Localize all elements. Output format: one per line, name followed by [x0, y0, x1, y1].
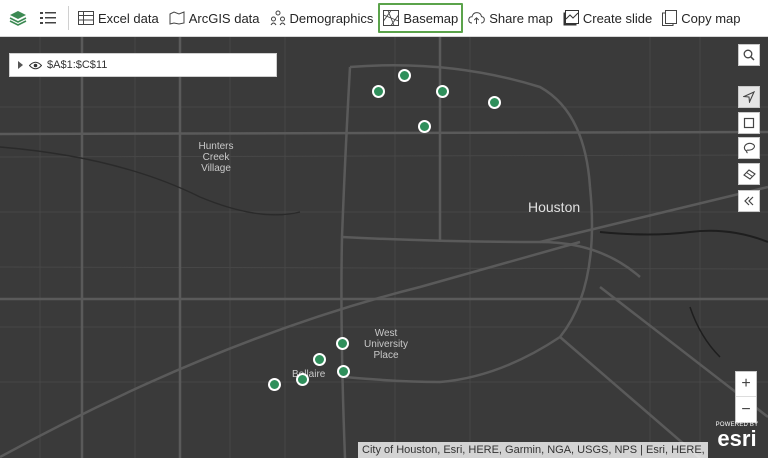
esri-logo[interactable]: POWERED BY esri	[711, 422, 763, 456]
map-point[interactable]	[372, 85, 385, 98]
navigate-icon	[743, 91, 755, 103]
share-map-label: Share map	[489, 10, 553, 26]
label-line: Village	[201, 163, 231, 174]
arcgis-data-button[interactable]: ArcGIS data	[164, 3, 265, 33]
table-icon	[78, 11, 94, 25]
map-fold-icon	[169, 11, 185, 25]
search-icon	[743, 49, 755, 61]
eraser-button[interactable]	[738, 163, 760, 185]
map-point[interactable]	[398, 69, 411, 82]
zoom-out-button[interactable]: −	[736, 397, 756, 422]
basemap-grid-icon	[383, 10, 400, 26]
zoom-control: + −	[735, 371, 757, 423]
map-point[interactable]	[436, 85, 449, 98]
collapse-icon	[744, 196, 754, 206]
layer-name: $A$1:$C$11	[47, 59, 108, 71]
map-view[interactable]: $A$1:$C$11 Hunters Creek Village Houston…	[0, 37, 768, 458]
map-point[interactable]	[313, 353, 326, 366]
toolbar: Excel data ArcGIS data Demographics Base…	[0, 0, 768, 37]
label-line: Place	[373, 350, 399, 361]
copy-map-label: Copy map	[681, 10, 741, 26]
houston-label: Houston	[528, 199, 581, 215]
west-university-label: West University Place	[358, 328, 414, 361]
people-icon	[270, 10, 285, 26]
create-slide-button[interactable]: Create slide	[558, 3, 657, 33]
zoom-in-button[interactable]: +	[736, 372, 756, 397]
map-point[interactable]	[337, 365, 350, 378]
copy-map-button[interactable]: Copy map	[657, 3, 745, 33]
label-line: Hunters	[198, 141, 234, 152]
map-attribution[interactable]: City of Houston, Esri, HERE, Garmin, NGA…	[358, 442, 708, 458]
basemap-streets	[0, 37, 768, 458]
map-point[interactable]	[418, 120, 431, 133]
demographics-label: Demographics	[289, 10, 374, 26]
basemap-label: Basemap	[403, 10, 459, 26]
basemap-button[interactable]: Basemap	[378, 3, 464, 33]
demographics-button[interactable]: Demographics	[265, 3, 379, 33]
hunters-creek-label: Hunters Creek Village	[191, 141, 241, 174]
expand-triangle-icon[interactable]	[18, 61, 23, 69]
create-slide-label: Create slide	[582, 10, 653, 26]
esri-wordmark: esri	[717, 426, 757, 451]
arcgis-data-label: ArcGIS data	[188, 10, 260, 26]
excel-data-button[interactable]: Excel data	[73, 3, 164, 33]
eraser-icon	[742, 169, 756, 180]
map-point[interactable]	[336, 337, 349, 350]
map-point[interactable]	[296, 373, 309, 386]
lasso-select-button[interactable]	[738, 137, 760, 159]
navigate-button[interactable]	[738, 86, 760, 108]
rectangle-select-button[interactable]	[738, 112, 760, 134]
eye-icon[interactable]	[29, 61, 42, 70]
collapse-button[interactable]	[738, 190, 760, 212]
label-line: Creek	[202, 152, 230, 163]
search-button[interactable]	[738, 44, 760, 66]
slide-map-icon	[563, 10, 579, 26]
share-map-button[interactable]: Share map	[463, 3, 558, 33]
legend-list-icon[interactable]	[36, 6, 60, 30]
layers-icon[interactable]	[6, 6, 30, 30]
label-line: University	[364, 339, 408, 350]
copy-icon	[662, 10, 678, 26]
rectangle-select-icon	[743, 117, 755, 129]
lasso-select-icon	[743, 142, 755, 154]
toolbar-divider	[68, 6, 69, 30]
map-point[interactable]	[488, 96, 501, 109]
excel-data-label: Excel data	[98, 10, 159, 26]
label-line: West	[374, 328, 398, 339]
cloud-upload-icon	[468, 12, 486, 24]
layer-list-panel[interactable]: $A$1:$C$11	[9, 53, 277, 77]
map-point[interactable]	[268, 378, 281, 391]
